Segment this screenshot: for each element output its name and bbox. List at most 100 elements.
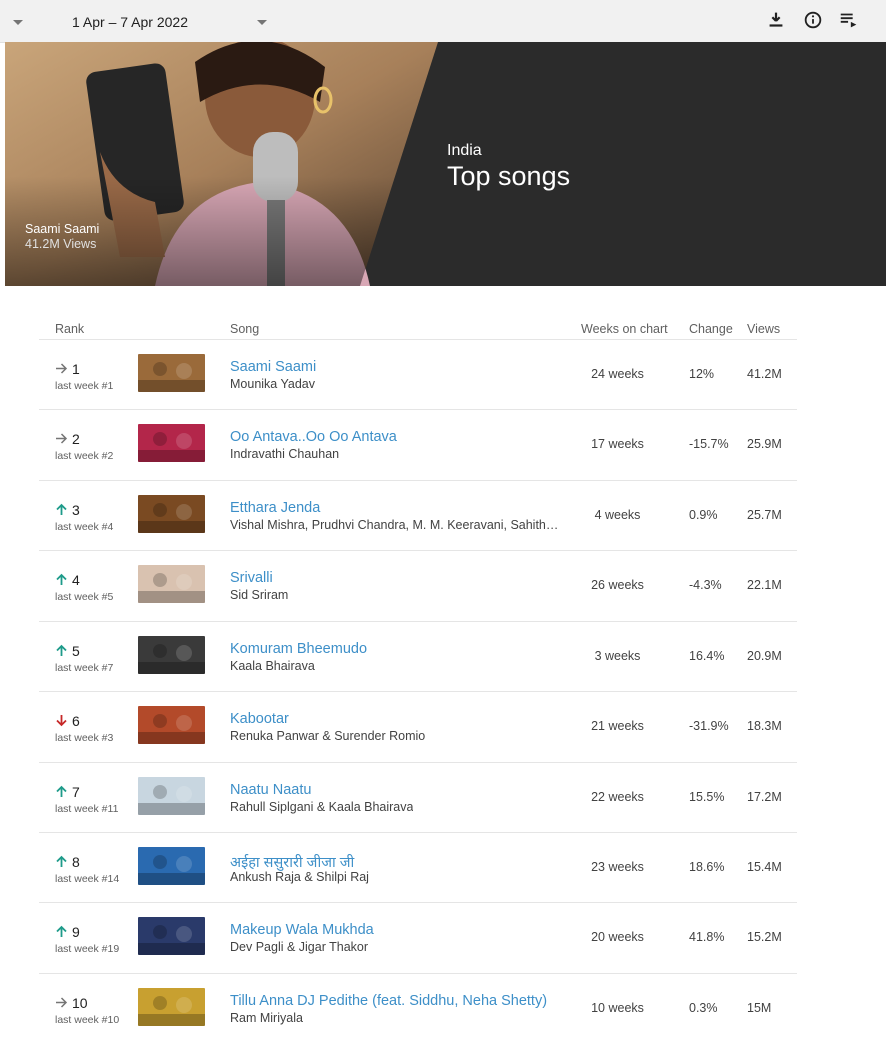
views-count: 15M xyxy=(747,1001,772,1015)
song-thumbnail[interactable] xyxy=(138,424,205,462)
song-artist[interactable]: Rahull Siplgani & Kaala Bhairava xyxy=(230,800,413,814)
song-title-link[interactable]: Srivalli xyxy=(230,570,273,586)
song-title-link[interactable]: Naatu Naatu xyxy=(230,782,311,798)
song-title-link[interactable]: Tillu Anna DJ Pedithe (feat. Siddhu, Neh… xyxy=(230,993,547,1009)
rank-number: 9 xyxy=(72,924,80,940)
rank-number: 4 xyxy=(72,572,80,588)
song-thumbnail[interactable] xyxy=(138,917,205,955)
rank-number: 2 xyxy=(72,431,80,447)
views-change: 18.6% xyxy=(689,860,725,874)
table-row[interactable]: 3 last week #4 Etthara Jenda Vishal Mishra,… xyxy=(39,480,797,551)
last-week-rank: last week #19 xyxy=(55,943,120,955)
table-row[interactable]: 6 last week #3 Kabootar Renuka Panwar & Sur… xyxy=(39,691,797,762)
hero-banner: Saami Saami 41.2M Views India Top songs xyxy=(5,42,886,286)
song-title-link[interactable]: Komuram Bheemudo xyxy=(230,641,367,657)
table-row[interactable]: 9 last week #19 Makeup Wala Mukhda Dev Pagl… xyxy=(39,902,797,973)
rank-number: 10 xyxy=(72,995,88,1011)
song-artist[interactable]: Sid Sriram xyxy=(230,588,288,602)
rank-number: 6 xyxy=(72,713,80,729)
views-count: 41.2M xyxy=(747,367,782,381)
song-thumbnail[interactable] xyxy=(138,777,205,815)
rank-number: 5 xyxy=(72,643,80,659)
weeks-on-chart: 24 weeks xyxy=(591,367,644,381)
featured-song-title[interactable]: Saami Saami xyxy=(25,222,99,236)
weeks-on-chart: 17 weeks xyxy=(591,437,644,451)
table-row[interactable]: 1 last week #1 Saami Saami Mounika Yadav 24 … xyxy=(39,339,797,410)
song-artist[interactable]: Kaala Bhairava xyxy=(230,659,315,673)
last-week-rank: last week #4 xyxy=(55,521,114,533)
views-count: 15.2M xyxy=(747,930,782,944)
song-artist[interactable]: Ankush Raja & Shilpi Raj xyxy=(230,870,369,884)
rank-number: 8 xyxy=(72,854,80,870)
song-artist[interactable]: Renuka Panwar & Surender Romio xyxy=(230,729,425,743)
song-artist[interactable]: Indravathi Chauhan xyxy=(230,447,339,461)
top-toolbar: 1 Apr – 7 Apr 2022 xyxy=(0,0,886,43)
weeks-on-chart: 23 weeks xyxy=(591,860,644,874)
table-row[interactable]: 2 last week #2 Oo Antava..Oo Oo Antava Indr… xyxy=(39,409,797,480)
last-week-rank: last week #14 xyxy=(55,873,120,885)
rank-number: 3 xyxy=(72,502,80,518)
song-thumbnail[interactable] xyxy=(138,706,205,744)
last-week-rank: last week #3 xyxy=(55,732,114,744)
views-count: 22.1M xyxy=(747,578,782,592)
table-row[interactable]: 5 last week #7 Komuram Bheemudo Kaala Bhair… xyxy=(39,621,797,692)
last-week-rank: last week #1 xyxy=(55,380,114,392)
song-thumbnail[interactable] xyxy=(138,565,205,603)
views-change: -31.9% xyxy=(689,719,729,733)
views-count: 20.9M xyxy=(747,649,782,663)
weeks-on-chart: 26 weeks xyxy=(591,578,644,592)
weeks-on-chart: 22 weeks xyxy=(591,790,644,804)
song-thumbnail[interactable] xyxy=(138,354,205,392)
views-change: 0.9% xyxy=(689,508,718,522)
featured-song-views: 41.2M Views xyxy=(25,237,97,251)
last-week-rank: last week #5 xyxy=(55,591,114,603)
views-change: 0.3% xyxy=(689,1001,718,1015)
song-thumbnail[interactable] xyxy=(138,847,205,885)
song-title-link[interactable]: Kabootar xyxy=(230,711,289,727)
song-thumbnail[interactable] xyxy=(138,636,205,674)
song-thumbnail[interactable] xyxy=(138,988,205,1026)
song-artist[interactable]: Vishal Mishra, Prudhvi Chandra, M. M. Ke… xyxy=(230,518,560,532)
views-change: 12% xyxy=(689,367,715,381)
chart-type-dropdown-arrow[interactable] xyxy=(13,20,23,25)
download-icon[interactable] xyxy=(765,9,787,31)
weeks-on-chart: 20 weeks xyxy=(591,930,644,944)
song-title-link[interactable]: Oo Antava..Oo Oo Antava xyxy=(230,429,397,445)
views-count: 25.7M xyxy=(747,508,782,522)
table-row[interactable]: 10 last week #10 Tillu Anna DJ Pedithe (fe… xyxy=(39,973,797,1044)
views-count: 17.2M xyxy=(747,790,782,804)
song-title-link[interactable]: अईहा ससुरारी जीजा जी xyxy=(230,852,354,872)
table-row[interactable]: 7 last week #11 Naatu Naatu Rahull Siplgani… xyxy=(39,762,797,833)
song-title-link[interactable]: Saami Saami xyxy=(230,359,316,375)
views-change: 15.5% xyxy=(689,790,725,804)
song-artist[interactable]: Mounika Yadav xyxy=(230,377,315,391)
table-row[interactable]: 8 last week #14 अईहा ससुरारी जीजा जी Ankush… xyxy=(39,832,797,903)
table-row[interactable]: 4 last week #5 Srivalli Sid Sriram 26 weeks -… xyxy=(39,550,797,621)
weeks-on-chart: 21 weeks xyxy=(591,719,644,733)
playlist-icon[interactable] xyxy=(838,9,860,31)
last-week-rank: last week #10 xyxy=(55,1014,120,1026)
song-artist[interactable]: Dev Pagli & Jigar Thakor xyxy=(230,940,368,954)
info-icon[interactable] xyxy=(802,9,824,31)
song-title-link[interactable]: Etthara Jenda xyxy=(230,500,320,516)
chart-country: India xyxy=(447,142,482,159)
header-weeks: Weeks on chart xyxy=(581,322,668,336)
header-change: Change xyxy=(689,322,733,336)
date-range-dropdown-arrow[interactable] xyxy=(257,20,267,25)
views-change: 41.8% xyxy=(689,930,725,944)
last-week-rank: last week #2 xyxy=(55,450,114,462)
views-count: 15.4M xyxy=(747,860,782,874)
date-range-label[interactable]: 1 Apr – 7 Apr 2022 xyxy=(72,14,188,30)
weeks-on-chart: 3 weeks xyxy=(594,649,641,663)
views-change: -15.7% xyxy=(689,437,729,451)
weeks-on-chart: 4 weeks xyxy=(594,508,641,522)
header-views: Views xyxy=(747,322,781,336)
featured-video-image[interactable] xyxy=(5,42,886,286)
rank-number: 7 xyxy=(72,784,80,800)
views-change: 16.4% xyxy=(689,649,725,663)
song-thumbnail[interactable] xyxy=(138,495,205,533)
last-week-rank: last week #11 xyxy=(55,803,119,815)
rank-number: 1 xyxy=(72,361,80,377)
song-title-link[interactable]: Makeup Wala Mukhda xyxy=(230,922,374,938)
song-artist[interactable]: Ram Miriyala xyxy=(230,1011,303,1025)
